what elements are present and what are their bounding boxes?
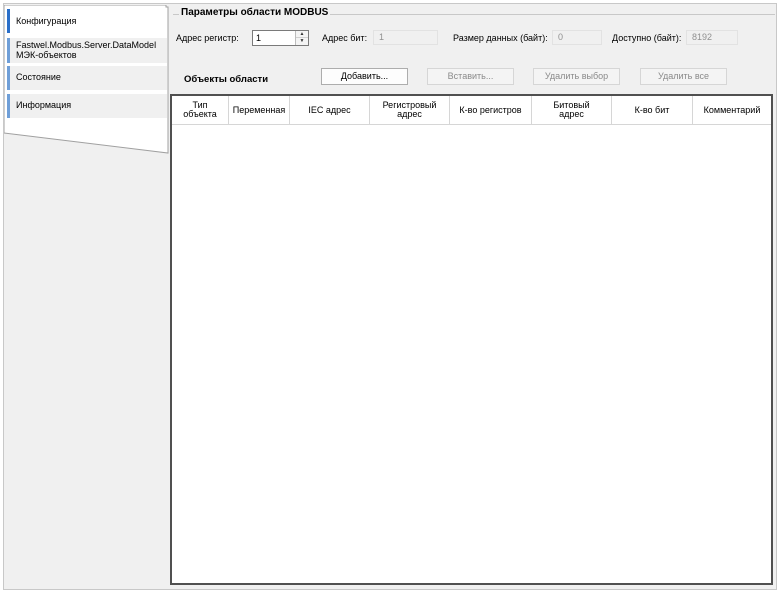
left-nav: Конфигурация Fastwel.Modbus.Server.DataM… — [4, 5, 170, 155]
spin-down-icon[interactable]: ▼ — [296, 38, 308, 45]
nav-item-datamodel[interactable]: Fastwel.Modbus.Server.DataModel МЭК-объе… — [7, 38, 167, 63]
column-header-iec-address[interactable]: IEC адрес — [290, 96, 370, 124]
delete-selection-button[interactable]: Удалить выбор — [533, 68, 620, 85]
column-header-text: адрес — [559, 109, 584, 119]
nav-item-label: МЭК-объектов — [16, 50, 77, 60]
column-header-register-count[interactable]: К-во регистров — [450, 96, 532, 124]
column-header-text: К-во бит — [634, 104, 670, 115]
column-header-register-address[interactable]: Регистровый адрес — [370, 96, 450, 124]
spinner-buttons: ▲ ▼ — [295, 31, 308, 45]
column-header-text: объекта — [183, 109, 217, 119]
column-header-comment[interactable]: Комментарий — [693, 96, 771, 124]
column-header-text: К-во регистров — [459, 104, 522, 115]
nav-item-label: Конфигурация — [16, 16, 77, 26]
nav-item-configuration[interactable]: Конфигурация — [7, 9, 167, 33]
nav-item-label: Информация — [16, 100, 72, 110]
available-field: 8192 — [686, 30, 738, 45]
register-address-label: Адрес регистр: — [176, 33, 239, 43]
spin-up-icon[interactable]: ▲ — [296, 31, 308, 38]
register-address-spinner[interactable]: ▲ ▼ — [252, 30, 309, 46]
add-button[interactable]: Добавить... — [321, 68, 408, 85]
objects-section-title: Объекты области — [184, 74, 269, 85]
column-header-variable[interactable]: Переменная — [229, 96, 290, 124]
delete-all-button[interactable]: Удалить все — [640, 68, 727, 85]
column-header-text: адрес — [397, 109, 422, 119]
nav-item-state[interactable]: Состояние — [7, 66, 167, 90]
data-size-label: Размер данных (байт): — [453, 33, 548, 43]
bit-address-label: Адрес бит: — [322, 33, 368, 43]
column-header-text: Переменная — [232, 104, 286, 115]
available-label: Доступно (байт): — [612, 33, 682, 43]
column-header-object-type[interactable]: Тип объекта — [172, 96, 229, 124]
column-header-bit-count[interactable]: К-во бит — [612, 96, 693, 124]
data-size-field: 0 — [552, 30, 602, 45]
nav-item-label: Состояние — [16, 72, 61, 82]
column-header-text: Комментарий — [703, 104, 761, 115]
params-group-title: Параметры области MODBUS — [179, 7, 331, 18]
paste-button[interactable]: Вставить... — [427, 68, 514, 85]
objects-table[interactable]: Тип объекта Переменная IEC адрес Регистро… — [170, 94, 773, 585]
nav-item-label: Fastwel.Modbus.Server.DataModel — [16, 40, 157, 50]
column-header-text: IEC адрес — [308, 104, 351, 115]
bit-address-field: 1 — [373, 30, 438, 45]
register-address-input[interactable] — [253, 31, 298, 45]
nav-item-info[interactable]: Информация — [7, 94, 167, 118]
column-header-bit-address[interactable]: Битовый адрес — [532, 96, 612, 124]
table-header: Тип объекта Переменная IEC адрес Регистро… — [172, 96, 771, 125]
